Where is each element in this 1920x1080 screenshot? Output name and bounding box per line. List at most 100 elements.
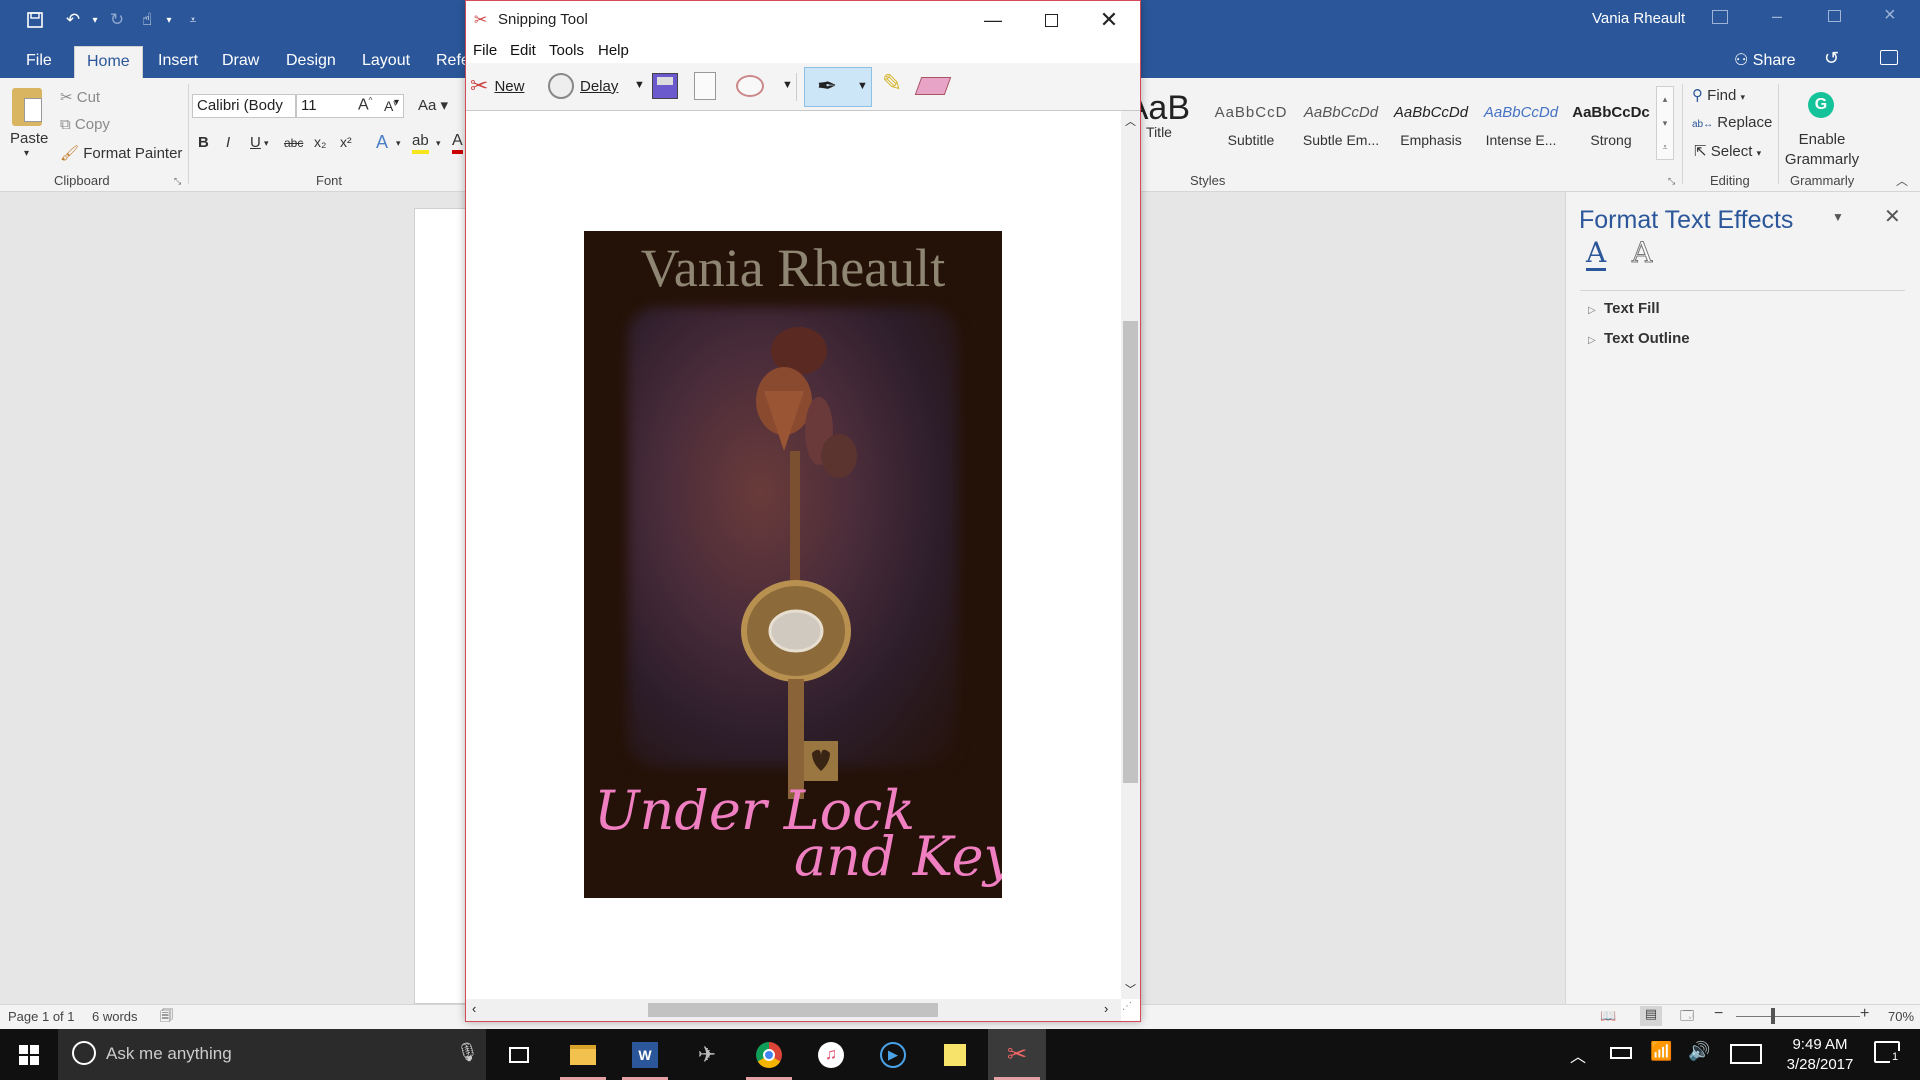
windows-start-icon[interactable] bbox=[0, 1029, 58, 1080]
find-button[interactable]: ⚲ Find ▾ bbox=[1692, 86, 1745, 104]
snip-vertical-scrollbar[interactable]: ︿ ﹀ bbox=[1121, 111, 1140, 999]
snip-minimize-icon[interactable]: — bbox=[964, 1, 1022, 39]
action-center-icon[interactable]: 1 bbox=[1874, 1041, 1901, 1063]
text-effects-dropdown-icon[interactable]: ▾ bbox=[396, 138, 401, 149]
send-snip-icon[interactable] bbox=[736, 75, 764, 97]
snip-horizontal-scrollbar[interactable]: ‹ › bbox=[466, 999, 1121, 1021]
resize-grip-icon[interactable]: ⋰ bbox=[1122, 1001, 1132, 1012]
page-count[interactable]: Page 1 of 1 bbox=[8, 1009, 75, 1024]
volume-icon[interactable]: 🔊 bbox=[1688, 1041, 1710, 1062]
shrink-font-button[interactable]: Av bbox=[384, 98, 397, 114]
comments-icon[interactable] bbox=[1880, 50, 1898, 65]
itunes-icon[interactable]: ♫ bbox=[802, 1029, 860, 1080]
styles-scroll[interactable]: ▴ ▾ ⩡ bbox=[1656, 86, 1674, 160]
copy-snip-icon[interactable] bbox=[694, 72, 716, 100]
snip-menu-tools[interactable]: Tools bbox=[549, 42, 584, 59]
text-fill-section[interactable]: ▷ Text Fill bbox=[1588, 300, 1660, 317]
chrome-icon[interactable] bbox=[740, 1029, 798, 1080]
ribbon-display-icon[interactable] bbox=[1712, 10, 1728, 24]
pane-options-icon[interactable]: ▼ bbox=[1832, 210, 1844, 224]
scroll-left-icon[interactable]: ‹ bbox=[472, 1001, 476, 1016]
vertical-scroll-thumb[interactable] bbox=[1123, 321, 1138, 783]
styles-launcher-icon[interactable]: ⤡ bbox=[1668, 176, 1675, 187]
save-icon[interactable] bbox=[22, 8, 48, 32]
tab-file[interactable]: File bbox=[14, 46, 64, 78]
collapse-ribbon-icon[interactable]: ︿ bbox=[1896, 172, 1908, 189]
scroll-up-icon[interactable]: ︿ bbox=[1125, 113, 1136, 129]
bold-button[interactable]: B bbox=[198, 134, 209, 151]
touch-dropdown-icon[interactable]: ▾ bbox=[156, 8, 182, 32]
sticky-notes-icon[interactable] bbox=[926, 1029, 984, 1080]
zoom-in-button[interactable]: + bbox=[1860, 1005, 1869, 1023]
user-name[interactable]: Vania Rheault bbox=[1592, 10, 1685, 27]
zoom-out-button[interactable]: − bbox=[1714, 1005, 1723, 1023]
print-layout-icon[interactable]: ▤ bbox=[1640, 1006, 1662, 1026]
highlighter-icon[interactable]: ✎ bbox=[882, 69, 902, 98]
paste-button[interactable]: Paste bbox=[10, 130, 48, 147]
paste-icon[interactable] bbox=[12, 88, 42, 126]
tab-insert[interactable]: Insert bbox=[146, 46, 210, 78]
scroll-right-icon[interactable]: › bbox=[1104, 1001, 1108, 1016]
keyboard-icon[interactable] bbox=[1730, 1044, 1762, 1064]
underline-dropdown-icon[interactable]: ▾ bbox=[264, 138, 269, 149]
word-app-icon[interactable]: W bbox=[616, 1029, 674, 1080]
microphone-icon[interactable]: 🎙 bbox=[456, 1042, 479, 1063]
restore-icon[interactable] bbox=[1828, 10, 1841, 22]
grammarly-icon[interactable]: G bbox=[1808, 92, 1834, 118]
scroll-down-icon[interactable]: ﹀ bbox=[1125, 981, 1136, 997]
file-explorer-icon[interactable] bbox=[554, 1029, 612, 1080]
snip-maximize-icon[interactable] bbox=[1022, 1, 1080, 39]
copy-button[interactable]: ⧉ Copy bbox=[60, 116, 110, 133]
horizontal-scroll-thumb[interactable] bbox=[648, 1003, 938, 1017]
tab-design[interactable]: Design bbox=[274, 46, 348, 78]
snip-close-icon[interactable]: ✕ bbox=[1080, 1, 1138, 39]
text-effects-tab-icon[interactable]: A bbox=[1631, 237, 1652, 268]
style-subtitle[interactable]: AaBbCcD Subtitle bbox=[1206, 100, 1296, 148]
media-player-icon[interactable]: ▶ bbox=[864, 1029, 922, 1080]
font-color-icon[interactable]: A bbox=[452, 132, 463, 154]
paste-dropdown-icon[interactable]: ▾ bbox=[24, 148, 29, 159]
send-dropdown-icon[interactable]: ▼ bbox=[782, 79, 793, 91]
select-button[interactable]: ⇱ Select ▾ bbox=[1694, 142, 1761, 160]
style-intense-emphasis[interactable]: AaBbCcDd Intense E... bbox=[1476, 100, 1566, 148]
tab-draw[interactable]: Draw bbox=[210, 46, 271, 78]
cut-button[interactable]: ✂ Cut bbox=[60, 88, 100, 106]
snip-menu-file[interactable]: File bbox=[473, 42, 497, 59]
show-hidden-icons[interactable]: ︿ bbox=[1570, 1043, 1586, 1067]
zoom-level[interactable]: 70% bbox=[1888, 1009, 1914, 1024]
grow-font-button[interactable]: A^ bbox=[358, 96, 372, 114]
strikethrough-button[interactable]: abc bbox=[284, 136, 303, 150]
customize-qat-icon[interactable]: ⩡ bbox=[180, 8, 206, 32]
redo-icon[interactable]: ↻ bbox=[104, 8, 130, 32]
style-emphasis[interactable]: AaBbCcDd Emphasis bbox=[1386, 100, 1476, 148]
save-snip-icon[interactable] bbox=[652, 73, 678, 99]
share-button[interactable]: ⚇ Share bbox=[1734, 50, 1796, 70]
underline-button[interactable]: U bbox=[250, 134, 261, 151]
delay-button[interactable]: Delay bbox=[548, 73, 618, 99]
web-layout-icon[interactable]: 🗔 bbox=[1680, 1007, 1694, 1029]
text-outline-section[interactable]: ▷ Text Outline bbox=[1588, 330, 1690, 347]
highlight-icon[interactable]: ab bbox=[412, 132, 429, 154]
minimize-icon[interactable]: – bbox=[1772, 6, 1782, 27]
pen-button[interactable]: ✒ ▼ bbox=[804, 67, 872, 107]
clock[interactable]: 9:49 AM 3/28/2017 bbox=[1780, 1035, 1860, 1075]
zoom-slider[interactable] bbox=[1736, 1016, 1860, 1017]
text-effects-icon[interactable]: A bbox=[376, 132, 388, 153]
enable-grammarly-button[interactable]: Enable Grammarly bbox=[1782, 130, 1862, 170]
style-subtle-emphasis[interactable]: AaBbCcDd Subtle Em... bbox=[1296, 100, 1386, 148]
proofing-icon[interactable]: 🗐 bbox=[160, 1007, 173, 1029]
text-fill-outline-tab-icon[interactable]: A bbox=[1586, 238, 1607, 271]
eraser-icon[interactable] bbox=[914, 77, 952, 95]
photos-app-icon[interactable]: ✈ bbox=[678, 1029, 736, 1080]
font-name-input[interactable]: Calibri (Body bbox=[192, 94, 296, 118]
task-view-icon[interactable] bbox=[490, 1029, 548, 1080]
delay-dropdown-icon[interactable]: ▼ bbox=[634, 79, 645, 91]
format-painter-button[interactable]: 🖌 Format Painter bbox=[60, 144, 182, 162]
replace-button[interactable]: ab↔ Replace bbox=[1692, 114, 1772, 131]
word-count[interactable]: 6 words bbox=[92, 1009, 138, 1024]
snipping-tool-taskbar-icon[interactable]: ✂ bbox=[988, 1029, 1046, 1080]
tab-layout[interactable]: Layout bbox=[350, 46, 422, 78]
style-strong[interactable]: AaBbCcDc Strong bbox=[1566, 100, 1656, 148]
cortana-search-box[interactable]: Ask me anything 🎙 bbox=[58, 1029, 486, 1080]
pane-close-icon[interactable]: ✕ bbox=[1884, 204, 1901, 229]
